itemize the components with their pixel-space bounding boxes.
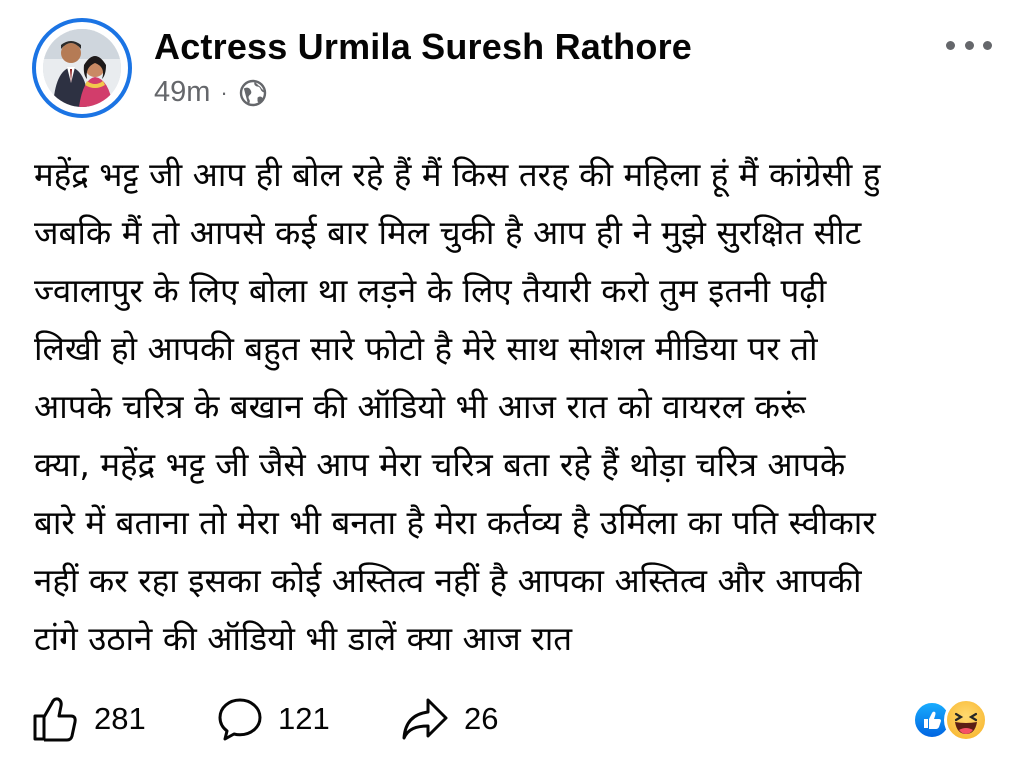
comment-icon [218, 698, 262, 741]
post-line: ज्वालापुर के लिए बोला था लड़ने के लिए तै… [34, 271, 827, 310]
profile-avatar[interactable] [32, 18, 132, 118]
share-button[interactable]: 26 [400, 696, 498, 742]
post-line: महेंद्र भट्ट जी आप ही बोल रहे हैं मैं कि… [34, 155, 881, 194]
like-count: 281 [94, 701, 146, 736]
post-actions: 281 121 26 [32, 696, 992, 744]
post-meta: 49m · [154, 76, 268, 109]
post-line: लिखी हो आपकी बहुत सारे फोटो है मेरे साथ … [34, 329, 818, 368]
like-button[interactable]: 281 [32, 696, 146, 742]
post-body: महेंद्र भट्ट जी आप ही बोल रहे हैं मैं कि… [34, 146, 1004, 668]
post-timestamp[interactable]: 49m [154, 76, 210, 109]
post-line: बारे में बताना तो मेरा भी बनता है मेरा क… [34, 503, 876, 542]
reaction-summary[interactable] [912, 698, 996, 742]
post-line: नहीं कर रहा इसका कोई अस्तित्व नहीं है आप… [34, 561, 862, 600]
comment-count: 121 [278, 701, 330, 736]
globe-icon[interactable] [238, 78, 268, 108]
meta-separator: · [220, 79, 228, 105]
share-count: 26 [464, 701, 499, 736]
comment-button[interactable]: 121 [216, 696, 330, 742]
thumbs-up-icon [33, 697, 77, 742]
post-line: क्या, महेंद्र भट्ट जी जैसे आप मेरा चरित्… [34, 445, 846, 484]
author-name[interactable]: Actress Urmila Suresh Rathore [154, 26, 692, 68]
facebook-post: Actress Urmila Suresh Rathore 49m · महें… [0, 0, 1024, 766]
avatar-photo [43, 29, 121, 107]
share-icon [402, 698, 448, 740]
post-line: टांगे उठाने की ऑडियो भी डालें क्या आज रा… [34, 619, 573, 658]
haha-reaction-icon [944, 698, 988, 742]
post-line: जबकि मैं तो आपसे कई बार मिल चुकी है आप ह… [34, 213, 862, 252]
more-options-icon[interactable] [946, 36, 992, 54]
post-line: आपके चरित्र के बखान की ऑडियो भी आज रात क… [34, 387, 806, 426]
